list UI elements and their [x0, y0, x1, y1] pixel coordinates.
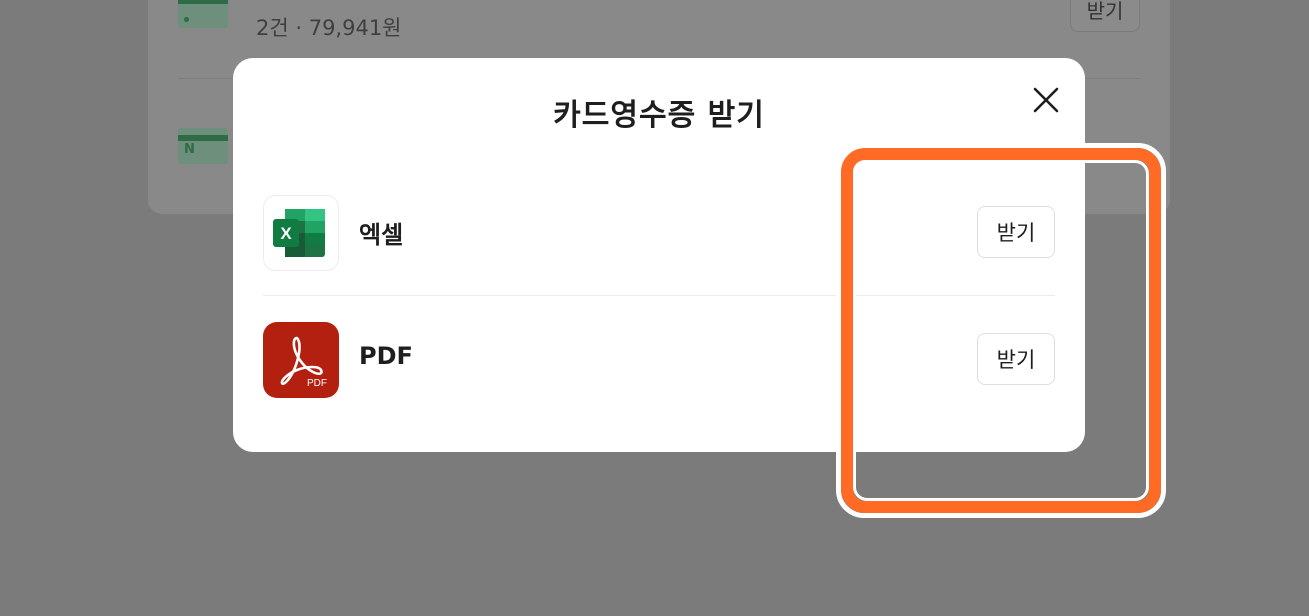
- pdf-label: PDF: [359, 342, 413, 370]
- highlight-outline-inner: [853, 160, 1149, 501]
- close-button[interactable]: [1028, 82, 1064, 118]
- background-summary-text: 2건 · 79,941원: [256, 16, 402, 40]
- svg-text:PDF: PDF: [307, 378, 327, 389]
- svg-text:X: X: [280, 224, 292, 243]
- background-excel-icon: [178, 0, 228, 28]
- excel-icon: X: [263, 195, 339, 271]
- background-get-button[interactable]: 받기: [1070, 0, 1140, 32]
- modal-title: 카드영수증 받기: [553, 98, 765, 133]
- background-naver-icon: N: [178, 128, 228, 164]
- pdf-icon: PDF: [263, 322, 339, 398]
- close-icon: [1033, 87, 1059, 113]
- excel-label: 엑셀: [359, 221, 404, 249]
